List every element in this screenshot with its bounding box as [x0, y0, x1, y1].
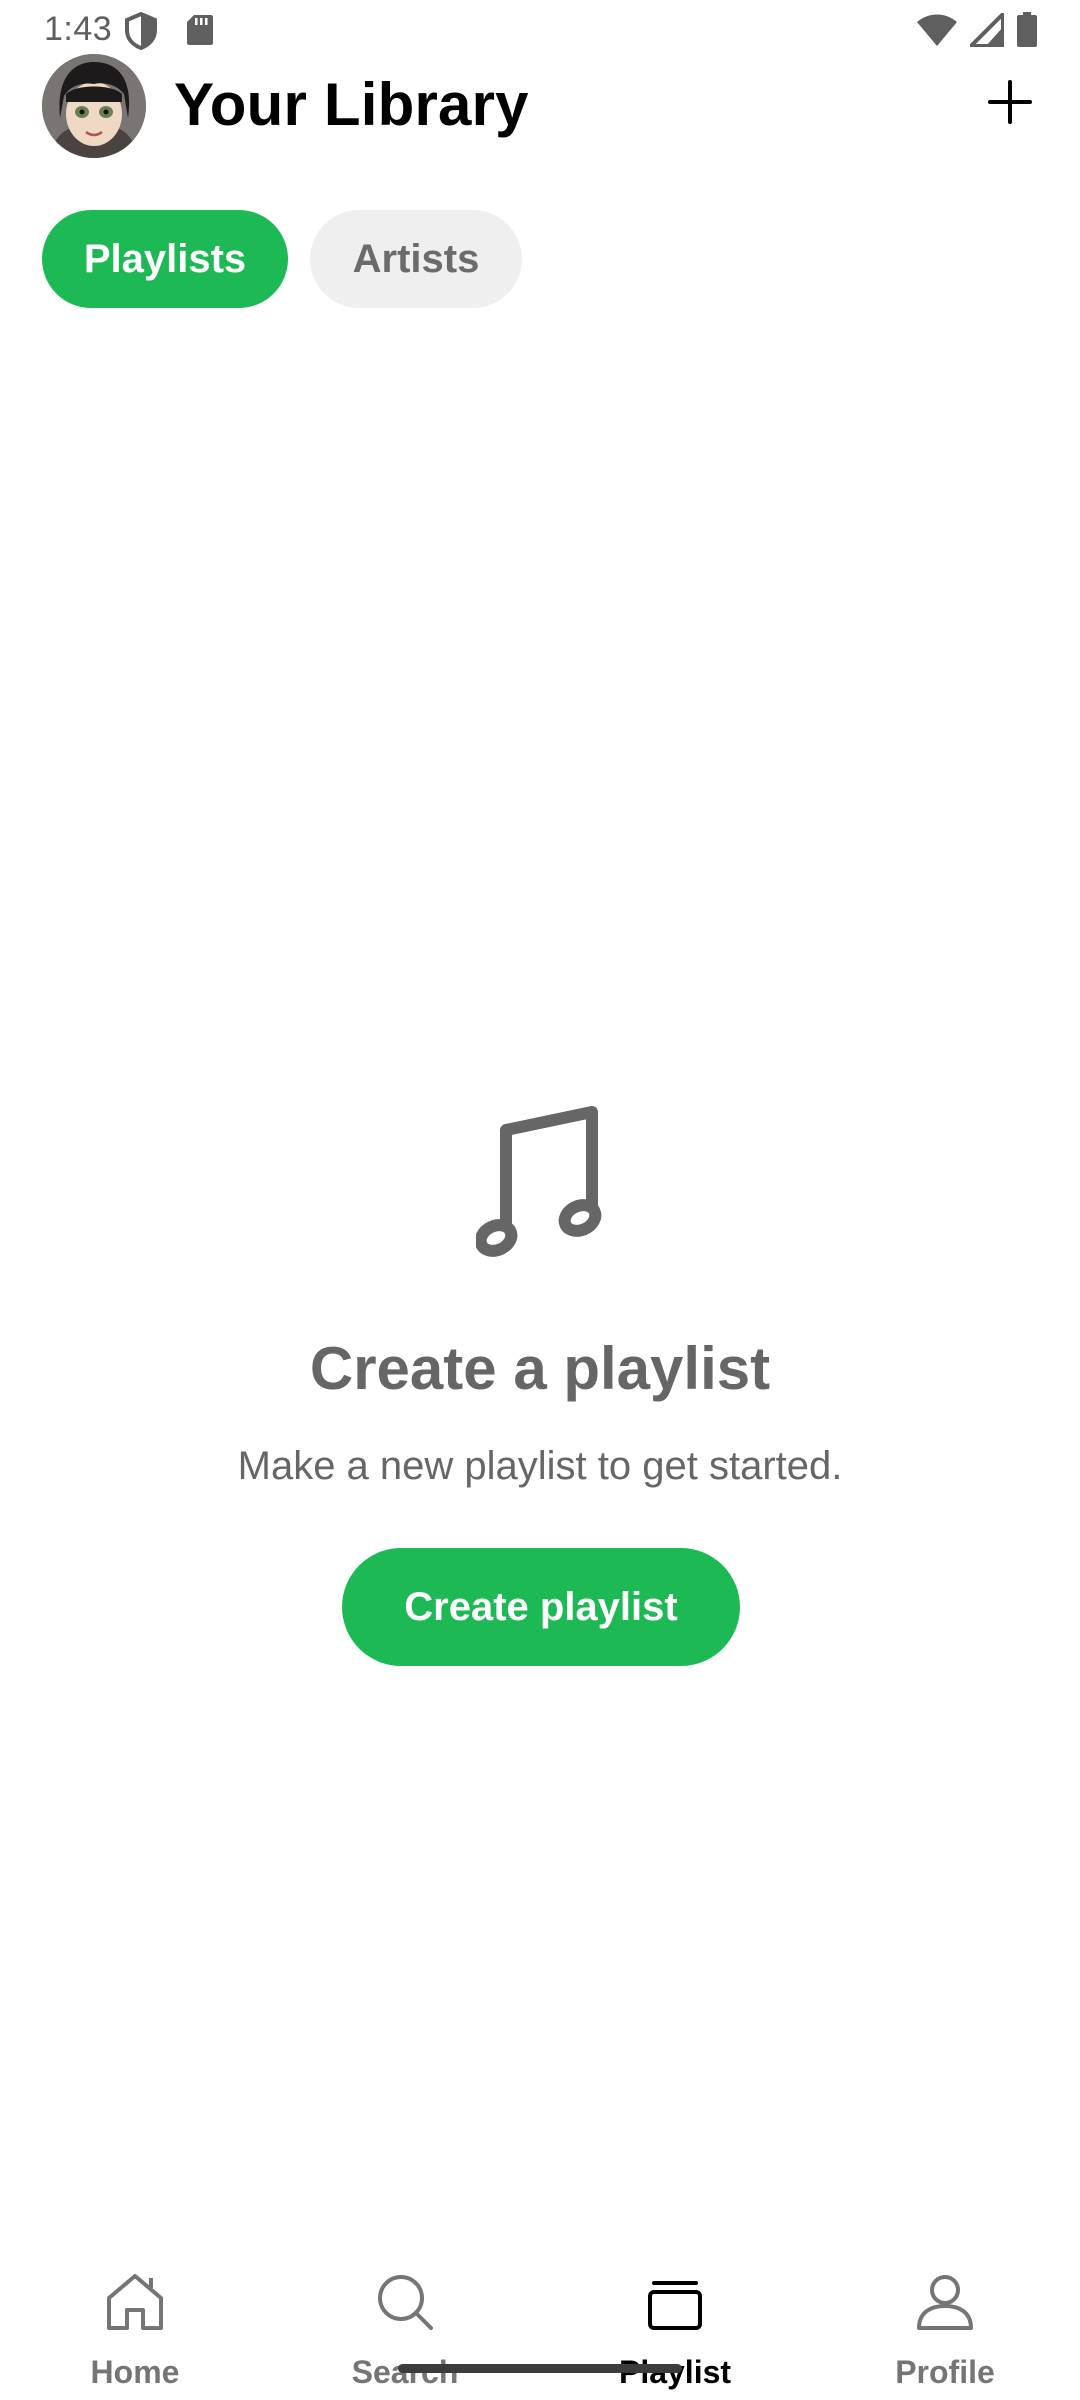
- nav-playlist[interactable]: Playlist: [540, 2250, 810, 2400]
- nav-home-label: Home: [90, 2354, 180, 2390]
- create-playlist-button[interactable]: Create playlist: [342, 1548, 740, 1666]
- status-time: 1:43: [44, 10, 113, 48]
- page-title: Your Library: [174, 71, 529, 138]
- status-bar: 1:43: [0, 0, 1080, 62]
- nav-profile[interactable]: Profile: [810, 2250, 1080, 2400]
- chip-artists[interactable]: Artists: [310, 210, 522, 308]
- empty-state-title: Create a playlist: [309, 1335, 771, 1402]
- filter-chips: Playlists Artists: [42, 210, 522, 308]
- search-icon: [378, 2275, 433, 2330]
- home-icon: [107, 2274, 163, 2330]
- add-button[interactable]: [978, 70, 1042, 134]
- status-right-icons: [916, 12, 1038, 53]
- chip-playlists[interactable]: Playlists: [42, 210, 288, 308]
- empty-state-subtitle: Make a new playlist to get started.: [237, 1444, 843, 1488]
- wifi-icon: [916, 13, 958, 52]
- sd-card-icon: [186, 14, 214, 51]
- nav-profile-label: Profile: [895, 2354, 995, 2390]
- battery-icon: [1016, 12, 1038, 53]
- nav-home[interactable]: Home: [0, 2250, 270, 2400]
- plus-icon: [988, 80, 1032, 124]
- playlist-icon: [648, 2281, 702, 2330]
- home-indicator[interactable]: [398, 2364, 682, 2373]
- signal-icon: [969, 12, 1005, 52]
- avatar[interactable]: [42, 54, 146, 158]
- profile-icon: [917, 2275, 973, 2330]
- music-note-icon: [474, 1104, 604, 1269]
- shield-icon: [124, 11, 158, 55]
- bottom-nav: Home Search Playlist Profile: [0, 2250, 1080, 2400]
- nav-search[interactable]: Search: [270, 2250, 540, 2400]
- library-screen: 1:43 Your Library Playlists Artists Crea…: [0, 0, 1080, 2400]
